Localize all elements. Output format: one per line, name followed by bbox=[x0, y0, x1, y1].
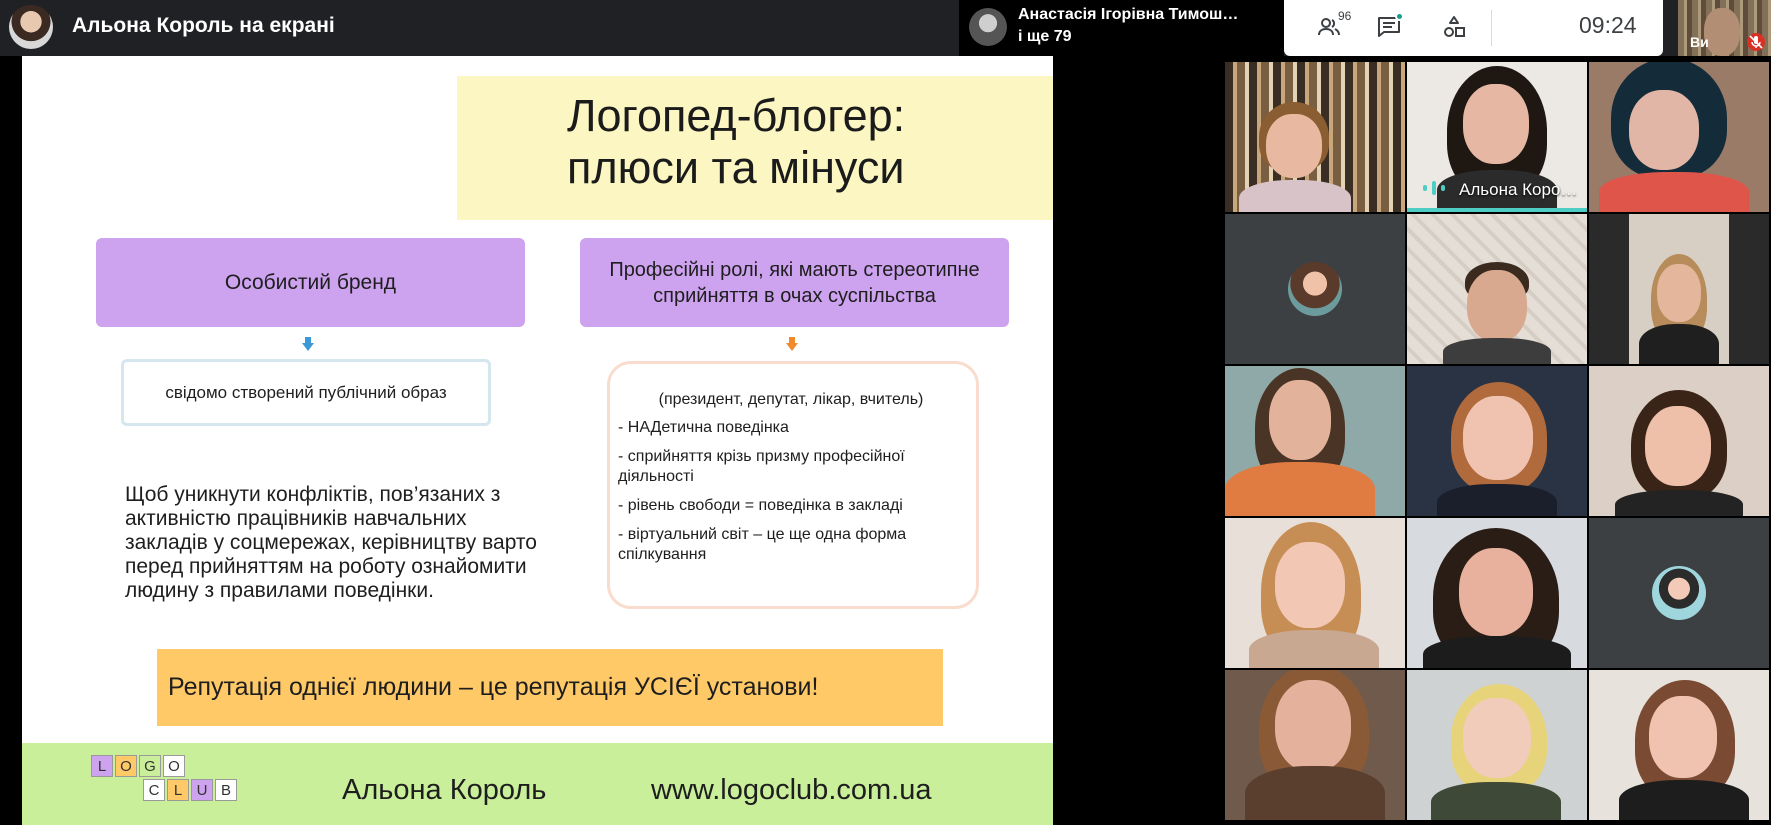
participant-avatar bbox=[1288, 262, 1342, 316]
participant-tile[interactable] bbox=[1589, 366, 1769, 516]
roles-list-box: (президент, депутат, лікар, вчитель) - Н… bbox=[607, 361, 979, 609]
slide: Логопед-блогер: плюси та мінуси Особисти… bbox=[22, 56, 1053, 825]
activities-button[interactable] bbox=[1437, 12, 1471, 42]
pinned-participants[interactable]: Анастасія Ігорівна Тимош… і ще 79 bbox=[959, 0, 1284, 56]
list-item: - віртуальний світ – це ще одна форма сп… bbox=[618, 526, 907, 563]
activities-icon bbox=[1444, 16, 1465, 37]
pinned-avatar bbox=[969, 8, 1007, 46]
mic-off-icon bbox=[1747, 33, 1765, 51]
reputation-banner: Репутація однієї людини – це репутація У… bbox=[157, 649, 943, 726]
participant-tile[interactable] bbox=[1225, 366, 1405, 516]
participant-tile[interactable] bbox=[1225, 518, 1405, 668]
participant-tile[interactable] bbox=[1589, 62, 1769, 212]
separator bbox=[1491, 10, 1492, 46]
participant-tile[interactable] bbox=[1225, 670, 1405, 820]
participants-count: 96 bbox=[1338, 9, 1352, 23]
logo-letter: O bbox=[163, 755, 185, 777]
speaking-wave-icon bbox=[1423, 181, 1445, 195]
logo-letter: U bbox=[191, 779, 213, 801]
footer-author: Альона Король bbox=[342, 774, 547, 806]
logo-letter: C bbox=[143, 779, 165, 801]
logo-letter: O bbox=[115, 755, 137, 777]
top-bar: Альона Король на екрані Анастасія Ігорів… bbox=[0, 0, 1771, 56]
participant-tile[interactable]: Альона Коро… bbox=[1407, 62, 1587, 212]
presenter-avatar bbox=[9, 5, 53, 49]
people-button[interactable]: 96 bbox=[1312, 9, 1351, 42]
logo-letter: G bbox=[139, 755, 161, 777]
list-item: - сприйняття крізь призму професійної ді… bbox=[618, 448, 905, 485]
logo-letter: L bbox=[91, 755, 113, 777]
participant-name: Альона Коро… bbox=[1459, 180, 1578, 199]
professional-roles-box: Професійні ролі, які мають стереотипне с… bbox=[580, 238, 1009, 327]
arrow-down-icon bbox=[786, 337, 798, 351]
participant-tile[interactable] bbox=[1225, 214, 1405, 364]
public-image-box: свідомо створений публічний образ bbox=[121, 359, 491, 426]
participant-tile[interactable] bbox=[1407, 214, 1587, 364]
participant-tile[interactable] bbox=[1407, 366, 1587, 516]
arrow-down-icon bbox=[302, 337, 314, 351]
slide-title-box: Логопед-блогер: плюси та мінуси bbox=[457, 76, 1053, 220]
logo-letter: L bbox=[167, 779, 189, 801]
participant-tile[interactable] bbox=[1407, 670, 1587, 820]
conflict-paragraph: Щоб уникнути конфліктів, пов’язаних з ак… bbox=[125, 483, 537, 602]
pinned-participant-name: Анастасія Ігорівна Тимош… bbox=[1018, 6, 1239, 23]
personal-brand-box: Особистий бренд bbox=[96, 238, 525, 327]
participant-tile[interactable] bbox=[1407, 518, 1587, 668]
participant-tile[interactable] bbox=[1589, 214, 1769, 364]
participant-tile[interactable] bbox=[1589, 670, 1769, 820]
presenting-title: Альона Король на екрані bbox=[72, 14, 335, 37]
participant-avatar bbox=[1652, 566, 1706, 620]
clock: 09:24 bbox=[1579, 12, 1637, 38]
participant-tile[interactable] bbox=[1225, 62, 1405, 212]
roles-heading: (президент, депутат, лікар, вчитель) bbox=[658, 391, 924, 408]
pinned-more-count: і ще 79 bbox=[1018, 28, 1072, 45]
footer-website: www.logoclub.com.ua bbox=[651, 774, 932, 806]
list-item: - НАДетична поведінка bbox=[618, 419, 789, 436]
list-item: - рівень свободи = поведінка в закладі bbox=[618, 497, 903, 514]
meet-window: Альона Король на екрані Анастасія Ігорів… bbox=[0, 0, 1771, 825]
chat-button[interactable] bbox=[1372, 12, 1406, 42]
participant-grid: Альона Коро… bbox=[1225, 62, 1771, 825]
slide-footer: L O G O C L U B Альона Король www.logocl… bbox=[22, 743, 1053, 825]
logo-letter: B bbox=[215, 779, 237, 801]
self-label: Ви bbox=[1690, 34, 1709, 50]
presentation-stage: Логопед-блогер: плюси та мінуси Особисти… bbox=[0, 56, 1225, 825]
slide-title: Логопед-блогер: плюси та мінуси bbox=[567, 90, 906, 193]
speaking-indicator bbox=[1407, 208, 1587, 212]
chat-notification-dot bbox=[1395, 12, 1404, 21]
participant-tile[interactable] bbox=[1589, 518, 1769, 668]
